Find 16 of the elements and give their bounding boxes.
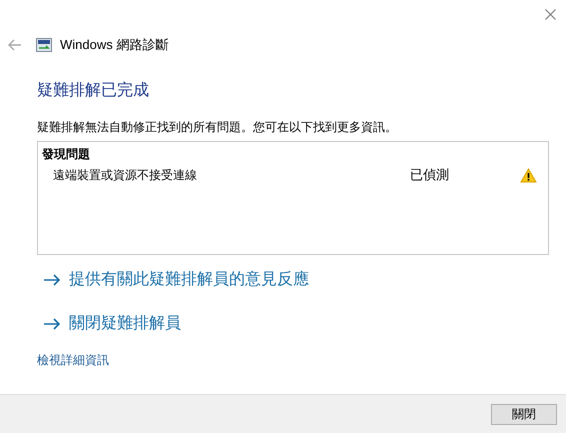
action-link[interactable]: 提供有關此疑難排解員的意見反應 xyxy=(43,269,309,291)
details-link[interactable]: 檢視詳細資訊 xyxy=(37,352,109,369)
page-heading: 疑難排解已完成 xyxy=(37,80,150,101)
warning-icon xyxy=(520,168,537,182)
panel-header: 發現問題 xyxy=(42,146,91,162)
arrow-right-icon xyxy=(43,274,61,286)
problem-name: 遠端裝置或資源不接受連線 xyxy=(53,167,198,184)
arrow-right-icon xyxy=(43,318,61,330)
problem-status: 已偵測 xyxy=(410,166,450,184)
description-text: 疑難排解無法自動修正找到的所有問題。您可在以下找到更多資訊。 xyxy=(37,119,398,135)
network-diagnostics-icon xyxy=(36,38,52,52)
close-dialog-button[interactable]: 關閉 xyxy=(491,404,557,424)
close-button[interactable] xyxy=(545,8,556,20)
window-title: Windows 網路診斷 xyxy=(60,36,168,54)
back-button[interactable] xyxy=(8,39,22,51)
action-link[interactable]: 關閉疑難排解員 xyxy=(43,313,181,335)
